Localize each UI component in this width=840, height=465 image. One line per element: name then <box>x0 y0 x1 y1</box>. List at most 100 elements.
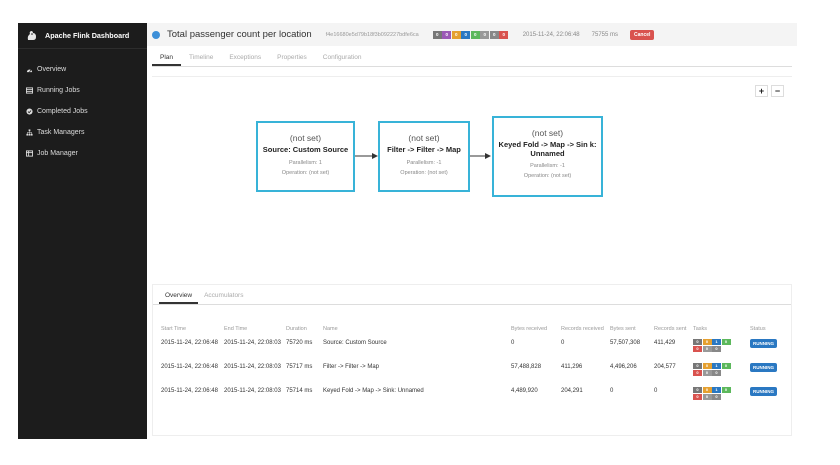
node-parallelism: Parallelism: 1 <box>288 159 322 166</box>
col-tasks[interactable]: Tasks <box>693 313 750 335</box>
sidebar-item-task-managers[interactable]: Task Managers <box>18 122 147 143</box>
cell-status: RUNNING <box>750 359 786 383</box>
cell-status: RUNNING <box>750 383 786 407</box>
plan-node-source[interactable]: (not set) Source: Custom Source Parallel… <box>256 121 355 192</box>
task-badge: 0 <box>721 339 731 345</box>
col-duration[interactable]: Duration <box>286 313 323 335</box>
job-status-counts: 0 0 0 0 0 0 0 0 <box>432 30 509 39</box>
tab-exceptions[interactable]: Exceptions <box>221 54 269 66</box>
task-badge: 0 <box>721 363 731 369</box>
status-badge: RUNNING <box>750 339 777 349</box>
cell-records-received: 0 <box>561 340 565 346</box>
task-badge: 0 <box>702 370 712 376</box>
tab-plan[interactable]: Plan <box>152 54 182 66</box>
node-operation: Operation: (not set) <box>400 169 448 176</box>
cell-name: Source: Custom Source <box>323 340 387 346</box>
cell-name: Keyed Fold -> Map -> Sink: Unnamed <box>323 388 424 394</box>
col-name[interactable]: Name <box>323 313 511 335</box>
table-header-row: Start Time End Time Duration Name Bytes … <box>161 313 786 335</box>
node-operation: Operation: (not set) <box>281 169 330 176</box>
cell-tasks: 0 0 1 0 0 0 0 <box>693 359 750 383</box>
col-status[interactable]: Status <box>750 313 786 335</box>
sidebar: Apache Flink Dashboard Overview Running … <box>18 23 147 439</box>
cell-bytes-sent: 0 <box>610 388 614 394</box>
task-badge: 1 <box>712 363 721 369</box>
cell-bytes-sent: 4,496,206 <box>610 364 637 370</box>
task-badge: 0 <box>693 370 702 376</box>
tab-overview[interactable]: Overview <box>159 292 199 304</box>
vertices-table: Start Time End Time Duration Name Bytes … <box>161 313 786 407</box>
cell-duration: 75714 ms <box>286 388 313 394</box>
sidebar-item-job-manager[interactable]: Job Manager <box>18 143 147 164</box>
cell-end-time: 2015-11-24, 22:08:03 <box>224 364 281 370</box>
job-start-time: 2015-11-24, 22:06:48 <box>522 31 580 38</box>
flink-squirrel-logo-icon <box>27 30 36 40</box>
plan-edges <box>355 153 491 159</box>
cell-bytes-sent: 57,507,308 <box>610 340 641 346</box>
task-badge: 0 <box>693 339 702 345</box>
col-records-sent[interactable]: Records sent <box>654 313 693 335</box>
tab-properties[interactable]: Properties <box>269 54 315 66</box>
sidebar-item-overview[interactable]: Overview <box>18 59 147 80</box>
job-id: f4e16680e5d79b18f3b092227bdfe6ca <box>325 31 419 38</box>
task-badge: 0 <box>702 394 712 400</box>
cell-tasks: 0 0 1 0 0 0 0 <box>693 335 750 359</box>
count-badge-deploying: 0 <box>451 30 461 39</box>
sidebar-item-label: Overview <box>37 66 67 73</box>
node-title: Source: Custom Source <box>262 145 349 154</box>
sitemap-icon <box>25 129 33 137</box>
node-label: (not set) <box>289 133 322 143</box>
col-bytes-sent[interactable]: Bytes sent <box>610 313 654 335</box>
cancel-job-button[interactable]: Cancel <box>630 29 655 40</box>
job-status-indicator <box>152 30 160 39</box>
plan-node-keyed-fold[interactable]: (not set) Keyed Fold -> Map -> Sin k: Un… <box>492 116 603 197</box>
node-label: (not set) <box>408 133 440 143</box>
tab-timeline[interactable]: Timeline <box>181 54 221 66</box>
col-bytes-received[interactable]: Bytes received <box>511 313 561 335</box>
sidebar-item-completed-jobs[interactable]: Completed Jobs <box>18 101 147 122</box>
task-badge: 0 <box>712 370 721 376</box>
task-badge: 0 <box>702 363 712 369</box>
task-badge: 0 <box>693 363 702 369</box>
check-circle-icon <box>25 108 33 116</box>
count-badge-finished: 0 <box>470 30 480 39</box>
cell-tasks: 0 0 1 0 0 0 0 <box>693 383 750 407</box>
task-badge: 0 <box>693 387 702 393</box>
sidebar-item-running-jobs[interactable]: Running Jobs <box>18 80 147 101</box>
sidebar-item-label: Job Manager <box>37 150 78 157</box>
col-end-time[interactable]: End Time <box>224 313 286 335</box>
dashboard-icon <box>25 66 33 74</box>
status-badge: RUNNING <box>750 387 777 397</box>
table-row[interactable]: 2015-11-24, 22:06:48 2015-11-24, 22:08:0… <box>161 359 786 383</box>
task-badge: 0 <box>702 387 712 393</box>
cell-records-received: 411,296 <box>561 364 583 370</box>
task-badge: 0 <box>693 394 702 400</box>
task-badge: 0 <box>702 339 712 345</box>
col-start-time[interactable]: Start Time <box>161 313 224 335</box>
task-badge: 0 <box>712 346 721 352</box>
job-duration: 75755 ms <box>591 31 618 38</box>
col-records-received[interactable]: Records received <box>561 313 610 335</box>
job-header: Total passenger count per location f4e16… <box>147 23 797 46</box>
node-title: Filter -> Filter -> Map <box>387 145 461 154</box>
count-badge-created: 0 <box>432 30 442 39</box>
task-badge: 0 <box>712 394 721 400</box>
task-status-badges: 0 0 1 0 0 0 0 <box>693 339 735 353</box>
cell-start-time: 2015-11-24, 22:06:48 <box>161 364 218 370</box>
job-title: Total passenger count per location <box>167 29 312 40</box>
plan-node-filter[interactable]: (not set) Filter -> Filter -> Map Parall… <box>378 121 470 192</box>
count-badge-canceling: 0 <box>480 30 490 39</box>
cell-duration: 75717 ms <box>286 364 313 370</box>
tab-configuration[interactable]: Configuration <box>315 54 370 66</box>
cell-start-time: 2015-11-24, 22:06:48 <box>161 388 218 394</box>
sidebar-nav: Overview Running Jobs Completed Jobs Tas… <box>18 59 147 164</box>
cell-duration: 75720 ms <box>286 340 313 346</box>
node-title: Keyed Fold -> Map -> Sin k: Unnamed <box>498 140 597 158</box>
node-parallelism: Parallelism: -1 <box>530 163 565 170</box>
count-badge-scheduled: 0 <box>442 30 452 39</box>
table-row[interactable]: 2015-11-24, 22:06:48 2015-11-24, 22:08:0… <box>161 335 786 359</box>
plan-graph[interactable]: + − (not set) Source: Custom Source Para… <box>152 76 792 273</box>
tab-accumulators[interactable]: Accumulators <box>198 292 249 304</box>
table-row[interactable]: 2015-11-24, 22:06:48 2015-11-24, 22:08:0… <box>161 383 786 407</box>
brand[interactable]: Apache Flink Dashboard <box>18 23 147 49</box>
